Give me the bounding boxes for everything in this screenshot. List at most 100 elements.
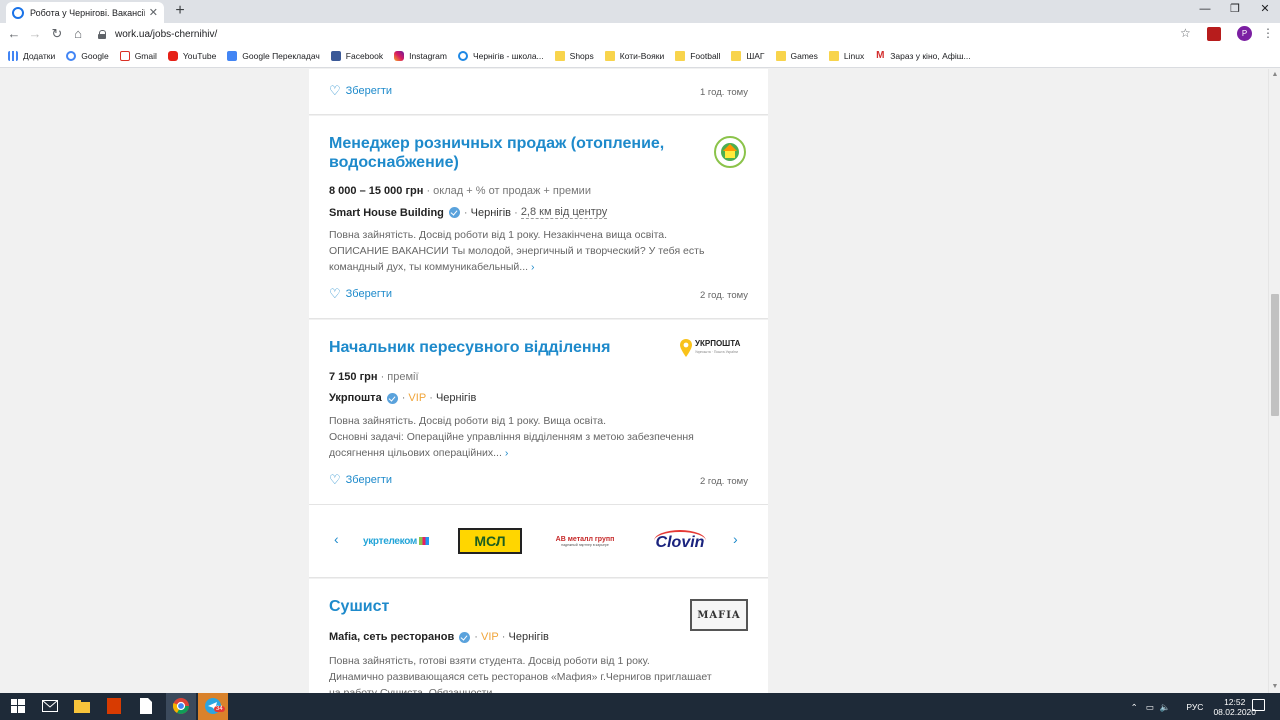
restore-button[interactable]: ❐ xyxy=(1220,0,1250,20)
bookmark-youtube[interactable]: YouTube xyxy=(167,51,216,61)
description-line: Повна зайнятість. Досвід роботи від 1 ро… xyxy=(329,229,668,241)
save-job-button[interactable]: ♡ Зберегти xyxy=(329,287,392,300)
sound-icon[interactable]: 🔈 xyxy=(1160,702,1171,713)
distance-link[interactable]: 2,8 км від центру xyxy=(520,206,608,219)
salary-amount: 8 000 – 15 000 грн xyxy=(329,185,424,197)
telegram-badge: 34 xyxy=(214,706,225,712)
ukrposhta-pin-icon xyxy=(680,339,692,357)
logo-text: MAFIA xyxy=(697,609,741,621)
bookmark-google[interactable]: Google xyxy=(66,51,109,61)
ukrtelecom-logo-icon xyxy=(419,537,430,545)
tray-chevron-icon[interactable]: ⌃ xyxy=(1131,702,1138,713)
language-indicator[interactable]: РУС xyxy=(1186,702,1203,712)
job-title-link[interactable]: Менеджер розничных продаж (отопление, во… xyxy=(329,134,674,172)
bookmark-folder-shops[interactable]: Shops xyxy=(554,51,594,61)
bookmark-apps[interactable]: Додатки xyxy=(8,51,55,61)
scroll-down-icon[interactable]: ▼ xyxy=(1271,683,1279,691)
bookmark-kino[interactable]: M Зараз у кіно, Афіш... xyxy=(875,51,971,61)
bookmark-star-icon[interactable]: ☆ xyxy=(1180,26,1191,40)
bookmark-folder-koty[interactable]: Коти-Вояки xyxy=(604,51,664,61)
bookmark-folder-games[interactable]: Games xyxy=(775,51,818,61)
save-label: Зберегти xyxy=(345,474,393,486)
scroll-up-icon[interactable]: ▲ xyxy=(1271,71,1279,79)
bookmark-label: Football xyxy=(690,51,721,61)
carousel-next-icon[interactable]: › xyxy=(733,531,738,547)
save-job-button[interactable]: ♡ Зберегти xyxy=(329,84,392,97)
company-info: Укрпошта · VIP · Чернігів xyxy=(329,392,477,404)
bookmark-label: Facebook xyxy=(345,51,384,61)
bookmark-instagram[interactable]: Instagram xyxy=(394,51,447,61)
carousel-brand-ukrtelecom[interactable]: укртелеком xyxy=(361,525,431,557)
posted-ago: 2 год. тому xyxy=(700,290,748,301)
notifications-icon[interactable] xyxy=(1252,699,1265,711)
carousel-brand-msl[interactable]: МСЛ xyxy=(458,525,522,557)
profile-avatar[interactable]: P xyxy=(1237,26,1252,41)
telegram-icon[interactable]: 34 xyxy=(204,697,225,715)
home-button[interactable]: ⌂ xyxy=(70,26,86,42)
bookmark-facebook[interactable]: Facebook xyxy=(330,51,384,61)
menu-icon[interactable]: ⋮ xyxy=(1262,26,1274,40)
carousel-brand-ab-metal[interactable]: АВ металл групп надежный партнер в карье… xyxy=(549,525,621,557)
job-card: ♡ Зберегти 1 год. тому xyxy=(309,69,768,115)
file-explorer-icon[interactable] xyxy=(73,697,91,715)
company-info: Smart House Building · Чернігів · 2,8 км… xyxy=(329,206,608,219)
apps-grid-icon xyxy=(8,51,18,61)
folder-icon xyxy=(775,51,786,61)
company-logo[interactable]: MAFIA xyxy=(690,599,748,631)
back-button[interactable]: ← xyxy=(6,26,22,42)
company-name[interactable]: Укрпошта xyxy=(329,392,382,404)
scroll-thumb[interactable] xyxy=(1271,294,1279,416)
description-line: Повна зайнятість. Досвід роботи від 1 ро… xyxy=(329,415,607,427)
carousel-brand-clovin[interactable]: Clovin xyxy=(649,525,711,557)
bookmark-folder-shag[interactable]: ШАГ xyxy=(731,51,765,61)
windows-start-icon[interactable] xyxy=(9,697,27,715)
browser-toolbar: ← → ↻ ⌂ work.ua/jobs-chernihiv/ ☆ P ⋮ xyxy=(0,23,1280,45)
clock[interactable]: 12:52 08.02.2020 xyxy=(1213,697,1256,717)
brand-text: МСЛ xyxy=(458,528,522,554)
company-name[interactable]: Smart House Building xyxy=(329,207,444,219)
bookmark-folder-linux[interactable]: Linux xyxy=(828,51,864,61)
folder-icon xyxy=(731,51,742,61)
company-logo[interactable] xyxy=(712,134,748,170)
reload-button[interactable]: ↻ xyxy=(49,26,65,42)
bookmark-folder-football[interactable]: Football xyxy=(675,51,720,61)
logo-text: УКРПОШТА xyxy=(695,339,741,348)
forward-button[interactable]: → xyxy=(27,26,43,42)
address-bar[interactable]: work.ua/jobs-chernihiv/ xyxy=(94,25,1200,43)
mail-icon[interactable] xyxy=(41,697,59,715)
browser-tab[interactable]: Робота у Чернігові. Вакансії у Ч ✕ xyxy=(6,2,164,23)
page-scrollbar[interactable]: ▲ ▼ xyxy=(1268,69,1280,693)
carousel-prev-icon[interactable]: ‹ xyxy=(334,531,339,547)
tab-strip: Робота у Чернігові. Вакансії у Ч ✕ + — ❐… xyxy=(0,0,1280,23)
job-title-link[interactable]: Сушист xyxy=(329,597,674,616)
new-tab-button[interactable]: + xyxy=(172,3,188,19)
chrome-icon[interactable] xyxy=(172,697,190,715)
translate-icon xyxy=(227,51,238,61)
description-line: Основні задачі: Операційне управління ві… xyxy=(329,431,694,443)
bookmark-gmail[interactable]: Gmail xyxy=(119,51,157,61)
extension-icon[interactable] xyxy=(1207,27,1221,41)
close-window-button[interactable]: ✕ xyxy=(1250,0,1280,20)
job-card: Начальник пересувного відділення УКРПОШТ… xyxy=(309,320,768,505)
close-tab-icon[interactable]: ✕ xyxy=(149,6,158,19)
job-description: Повна зайнятість. Досвід роботи від 1 ро… xyxy=(329,413,749,461)
network-icon[interactable]: ▭ xyxy=(1146,702,1154,713)
office-icon[interactable] xyxy=(105,697,123,715)
tab-title: Робота у Чернігові. Вакансії у Ч xyxy=(30,7,145,18)
more-chevron-icon[interactable]: › xyxy=(505,447,509,459)
youtube-icon xyxy=(167,51,178,61)
job-title-link[interactable]: Начальник пересувного відділення xyxy=(329,338,674,357)
facebook-icon xyxy=(330,51,341,61)
more-chevron-icon[interactable]: › xyxy=(531,261,535,273)
bookmark-label: Додатки xyxy=(23,51,56,61)
windows-taskbar: 34 ⌃ ▭ 🔈 РУС 12:52 08.02.2020 xyxy=(0,693,1280,720)
save-job-button[interactable]: ♡ Зберегти xyxy=(329,473,393,486)
minimize-button[interactable]: — xyxy=(1190,0,1220,20)
bookmark-translate[interactable]: Google Перекладач xyxy=(227,51,320,61)
document-icon[interactable] xyxy=(137,697,155,715)
company-logo[interactable]: УКРПОШТА Укрпошта · Пошта України xyxy=(680,338,748,358)
bookmark-chernihiv[interactable]: Чернігів - школа... xyxy=(457,51,544,61)
bookmark-label: ШАГ xyxy=(746,51,765,61)
description-line: Динамично развивающаяся сеть ресторанов … xyxy=(329,671,712,683)
company-name[interactable]: Mafia, сеть ресторанов xyxy=(329,631,454,643)
